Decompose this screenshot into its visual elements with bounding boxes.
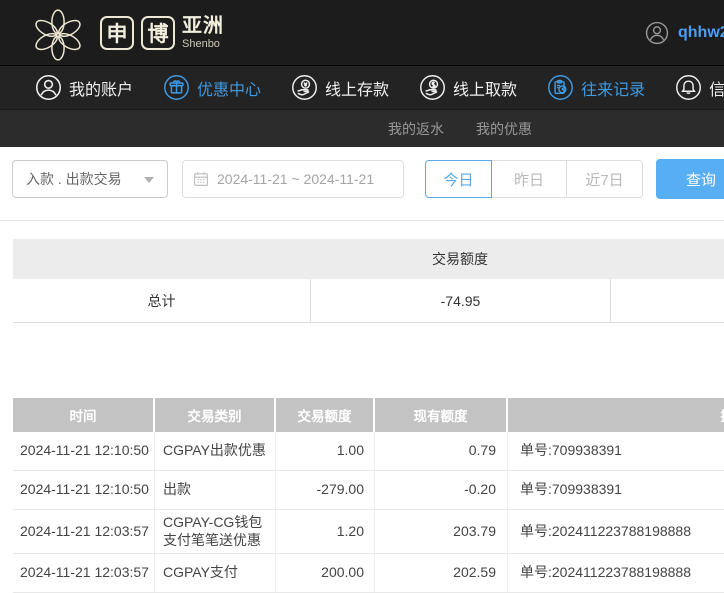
main-navigation: 我的账户 优惠中心 线上存款 线上取款 往来记录 信: [0, 66, 724, 110]
transaction-type-value: 入款 . 出款交易: [26, 171, 122, 187]
quick-date-button-group: 今日 昨日 近7日: [425, 160, 643, 198]
summary-total-label: 总计: [147, 292, 176, 309]
avatar-icon: [645, 21, 669, 44]
cell-time: 2024-11-21 12:10:50: [13, 432, 155, 470]
summary-header-empty: [610, 239, 724, 279]
summary-empty-cell: [610, 279, 724, 322]
deposit-hand-coin-icon: [291, 74, 318, 101]
nav-item-label: 优惠中心: [197, 81, 262, 99]
column-header-memo: 摘要: [508, 398, 724, 432]
brand-char-box: 申: [100, 15, 134, 50]
filter-toolbar: 入款 . 出款交易 2024-11-21 ~ 2024-11-21 今日 昨日 …: [0, 159, 724, 199]
cell-memo: 单号:202411223788198888: [520, 522, 692, 539]
subnav-item-my-promos[interactable]: 我的优惠: [476, 119, 532, 139]
records-table-header: 时间 交易类别 交易额度 现有额度 摘要: [13, 398, 724, 432]
cell-time: 2024-11-21 12:03:57: [13, 510, 155, 553]
user-account-area[interactable]: qhhw2: [645, 0, 724, 65]
yesterday-button[interactable]: 昨日: [491, 160, 567, 198]
calendar-icon: [194, 172, 209, 187]
cell-amount: 1.20: [276, 510, 375, 553]
nav-item-my-account[interactable]: 我的账户: [35, 74, 133, 101]
summary-header-empty: [13, 239, 310, 279]
nav-item-label: 往来记录: [581, 81, 646, 99]
nav-item-online-deposit[interactable]: 线上存款: [291, 74, 389, 101]
nav-item-label: 信息: [709, 81, 724, 99]
column-header-balance: 现有额度: [375, 398, 508, 432]
cell-balance: 0.79: [375, 432, 508, 470]
summary-total-value: -74.95: [310, 279, 610, 322]
date-range-value: 2024-11-21 ~ 2024-11-21: [217, 171, 375, 187]
today-button[interactable]: 今日: [425, 160, 492, 198]
cell-amount: 1.00: [276, 432, 375, 470]
section-divider: [0, 220, 724, 221]
cell-balance: 202.59: [375, 554, 508, 592]
cell-memo: 单号:709938391: [520, 481, 622, 498]
cell-time: 2024-11-21 12:10:50: [13, 471, 155, 509]
withdraw-hand-coin-icon: [419, 74, 446, 101]
table-row: 2024-11-21 12:10:50 CGPAY出款优惠 1.00 0.79 …: [13, 432, 724, 471]
gift-circle-icon: [163, 74, 190, 101]
summary-header-amount: 交易额度: [432, 251, 488, 267]
top-brand-bar: 申 博 亚洲 Shenbo qhhw2: [0, 0, 724, 66]
table-row: 2024-11-21 12:10:50 出款 -279.00 -0.20 单号:…: [13, 471, 724, 510]
brand-char-box: 博: [141, 15, 175, 50]
sub-navigation: 我的返水 我的优惠: [0, 110, 724, 147]
brand-english-name: Shenbo: [182, 37, 220, 50]
flower-logo-icon: [35, 8, 81, 61]
summary-table-header: 交易额度: [13, 239, 724, 279]
nav-item-online-withdrawal[interactable]: 线上取款: [419, 74, 517, 101]
cell-amount: 200.00: [276, 554, 375, 592]
cell-type: CGPAY支付: [155, 554, 276, 592]
nav-item-promo-center[interactable]: 优惠中心: [163, 74, 261, 101]
cell-amount: -279.00: [276, 471, 375, 509]
nav-item-messages[interactable]: 信息: [675, 74, 724, 101]
cell-memo: 单号:202411223788198888: [520, 564, 692, 581]
brand-region-text: 亚洲: [182, 14, 224, 37]
summary-table: 交易额度 总计 -74.95: [13, 239, 724, 323]
cell-type: 出款: [155, 471, 276, 509]
bell-circle-icon: [675, 74, 702, 101]
nav-item-label: 线上取款: [453, 81, 518, 99]
nav-item-label: 我的账户: [69, 81, 134, 99]
column-header-time: 时间: [13, 398, 155, 432]
last-7-days-button[interactable]: 近7日: [566, 160, 643, 198]
cell-time: 2024-11-21 12:03:57: [13, 554, 155, 592]
brand-logo[interactable]: 申 博 亚洲 Shenbo: [0, 1, 224, 65]
cell-type: CGPAY出款优惠: [155, 432, 276, 470]
subnav-item-my-rebate[interactable]: 我的返水: [388, 119, 444, 139]
nav-item-transaction-records[interactable]: 往来记录: [547, 74, 645, 101]
column-header-amount: 交易额度: [276, 398, 375, 432]
table-row: 2024-11-21 12:03:57 CGPAY-CG钱包支付笔笔送优惠 1.…: [13, 510, 724, 554]
date-range-input[interactable]: 2024-11-21 ~ 2024-11-21: [182, 160, 404, 198]
nav-item-label: 线上存款: [325, 81, 390, 99]
table-row: 2024-11-21 12:03:57 CGPAY支付 200.00 202.5…: [13, 554, 724, 593]
transaction-type-select[interactable]: 入款 . 出款交易: [12, 160, 168, 198]
cell-type: CGPAY-CG钱包支付笔笔送优惠: [155, 510, 276, 553]
cell-memo: 单号:709938391: [520, 442, 622, 459]
records-table: 时间 交易类别 交易额度 现有额度 摘要 2024-11-21 12:10:50…: [13, 398, 724, 593]
column-header-type: 交易类别: [155, 398, 276, 432]
summary-total-row: 总计 -74.95: [13, 279, 724, 323]
records-clipboard-clock-icon: [547, 74, 574, 101]
user-circle-icon: [35, 74, 62, 101]
cell-balance: -0.20: [375, 471, 508, 509]
cell-balance: 203.79: [375, 510, 508, 553]
chevron-down-icon: [144, 177, 154, 183]
search-button[interactable]: 查询: [656, 159, 724, 199]
username-text[interactable]: qhhw2: [678, 24, 724, 42]
